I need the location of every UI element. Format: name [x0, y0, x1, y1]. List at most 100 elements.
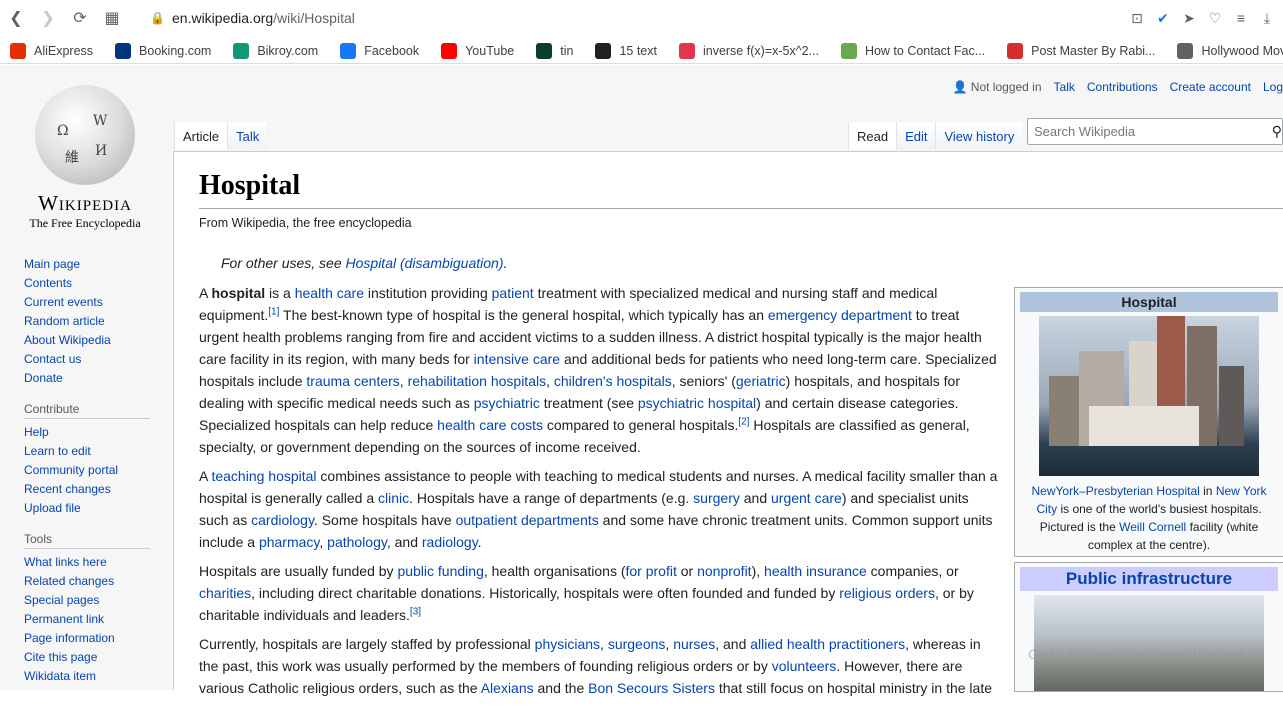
sidebar-main-link[interactable]: About Wikipedia — [24, 331, 164, 350]
link-public-funding[interactable]: public funding — [397, 563, 483, 579]
link-nurses[interactable]: nurses — [673, 636, 715, 652]
tab-talk[interactable]: Talk — [227, 122, 267, 150]
sidebar-tools-link[interactable]: What links here — [24, 553, 164, 572]
link-bon-secours-sisters[interactable]: Bon Secours Sisters — [588, 680, 715, 696]
link-geriatric[interactable]: geriatric — [736, 373, 786, 389]
link-newyork-presbyterian[interactable]: NewYork–Presbyterian Hospital — [1031, 484, 1199, 498]
tab-grid-icon[interactable]: ▦ — [96, 2, 128, 34]
bookmark-favicon-icon — [441, 43, 457, 59]
search-input[interactable]: Search Wikipedia ⚲ — [1027, 118, 1283, 145]
tab-article[interactable]: Article — [174, 122, 227, 150]
link-psychiatric[interactable]: psychiatric — [474, 395, 540, 411]
ref-3[interactable]: [3] — [410, 606, 421, 617]
sidebar-contribute-link[interactable]: Upload file — [24, 499, 164, 518]
link-pharmacy[interactable]: pharmacy — [259, 534, 319, 550]
disambiguation-link[interactable]: Hospital (disambiguation) — [346, 255, 504, 271]
bookmark-item[interactable]: Booking.com — [105, 43, 211, 59]
link-childrens-hospitals[interactable]: children's hospitals — [554, 373, 672, 389]
sidebar-contribute-link[interactable]: Learn to edit — [24, 442, 164, 461]
reload-icon[interactable]: ⟳ — [64, 2, 96, 34]
link-health-care[interactable]: health care — [295, 285, 364, 301]
heart-icon[interactable]: ♡ — [1205, 8, 1225, 28]
sidebar-main-link[interactable]: Random article — [24, 312, 164, 331]
bookmark-item[interactable]: YouTube — [431, 43, 514, 59]
link-allied-health[interactable]: allied health practitioners — [750, 636, 905, 652]
hospital-photo[interactable] — [1039, 316, 1259, 476]
ref-2[interactable]: [2] — [738, 416, 749, 427]
sidebar-main-link[interactable]: Donate — [24, 369, 164, 388]
infrastructure-photo[interactable] — [1034, 595, 1264, 692]
link-outpatient-departments[interactable]: outpatient departments — [456, 512, 599, 528]
link-weill-cornell[interactable]: Weill Cornell — [1119, 520, 1186, 534]
link-physicians[interactable]: physicians — [535, 636, 600, 652]
tab-view-history[interactable]: View history — [935, 122, 1022, 150]
sidebar-main-link[interactable]: Contents — [24, 274, 164, 293]
link-emergency-department[interactable]: emergency department — [768, 307, 912, 323]
bookmark-item[interactable]: How to Contact Fac... — [831, 43, 985, 59]
sidebar-tools-link[interactable]: Wikidata item — [24, 667, 164, 686]
bookmark-favicon-icon — [10, 43, 26, 59]
link-trauma-centers[interactable]: trauma centers — [306, 373, 399, 389]
sidebar-tools-link[interactable]: Special pages — [24, 591, 164, 610]
puzzle-globe-icon: Ω W 維 И — [35, 85, 135, 185]
link-surgery[interactable]: surgery — [693, 490, 740, 506]
link-teaching-hospital[interactable]: teaching hospital — [211, 468, 316, 484]
sidebar-contribute-link[interactable]: Help — [24, 423, 164, 442]
forward-icon[interactable]: ❯ — [32, 2, 64, 34]
link-health-care-costs[interactable]: health care costs — [437, 417, 543, 433]
bookmark-item[interactable]: 15 text — [585, 43, 657, 59]
bookmark-item[interactable]: AliExpress — [0, 43, 93, 59]
wikipedia-logo[interactable]: Ω W 維 И Wikipedia The Free Encyclopedia — [20, 85, 150, 245]
bookmark-item[interactable]: Hollywood Movies |... — [1167, 43, 1283, 59]
bookmark-label: inverse f(x)=x-5x^2... — [703, 44, 819, 58]
link-alexians[interactable]: Alexians — [481, 680, 534, 696]
contributions-link[interactable]: Contributions — [1087, 80, 1158, 94]
bookmark-item[interactable]: inverse f(x)=x-5x^2... — [669, 43, 819, 59]
bookmark-item[interactable]: Bikroy.com — [223, 43, 318, 59]
sidebar-contribute-link[interactable]: Community portal — [24, 461, 164, 480]
link-for-profit[interactable]: for profit — [626, 563, 677, 579]
sidebar-tools-link[interactable]: Related changes — [24, 572, 164, 591]
download-icon[interactable]: ⤓ — [1257, 8, 1277, 28]
bookmark-item[interactable]: Facebook — [330, 43, 419, 59]
link-urgent-care[interactable]: urgent care — [771, 490, 842, 506]
sidebar-tools-link[interactable]: Page information — [24, 629, 164, 648]
camera-icon[interactable]: ⊡ — [1127, 8, 1147, 28]
bookmark-item[interactable]: Post Master By Rabi... — [997, 43, 1155, 59]
tab-edit[interactable]: Edit — [896, 122, 935, 150]
sidebar-tools-link[interactable]: Cite this page — [24, 648, 164, 667]
back-icon[interactable]: ❮ — [0, 2, 32, 34]
infobox2-title[interactable]: Public infrastructure — [1020, 567, 1278, 591]
sidebar-main-link[interactable]: Main page — [24, 255, 164, 274]
tab-read[interactable]: Read — [848, 122, 896, 150]
bookmark-favicon-icon — [841, 43, 857, 59]
send-icon[interactable]: ➤ — [1179, 8, 1199, 28]
link-rehabilitation-hospitals[interactable]: rehabilitation hospitals — [408, 373, 547, 389]
link-health-insurance[interactable]: health insurance — [764, 563, 867, 579]
sidebar-main-link[interactable]: Current events — [24, 293, 164, 312]
link-intensive-care[interactable]: intensive care — [474, 351, 560, 367]
link-charities[interactable]: charities — [199, 585, 251, 601]
talk-link[interactable]: Talk — [1054, 80, 1075, 94]
sidebar-tools-link[interactable]: Permanent link — [24, 610, 164, 629]
create-account-link[interactable]: Create account — [1170, 80, 1251, 94]
ref-1[interactable]: [1] — [268, 306, 279, 317]
address-bar[interactable]: 🔒 en.wikipedia.org/wiki/Hospital — [150, 8, 355, 28]
link-cardiology[interactable]: cardiology — [251, 512, 314, 528]
link-surgeons[interactable]: surgeons — [608, 636, 666, 652]
search-icon[interactable]: ⚲ — [1272, 123, 1282, 140]
sidebar-main-link[interactable]: Contact us — [24, 350, 164, 369]
link-pathology[interactable]: pathology — [327, 534, 387, 550]
login-link[interactable]: Log — [1263, 80, 1283, 94]
link-patient[interactable]: patient — [492, 285, 534, 301]
sidebar-contribute-link[interactable]: Recent changes — [24, 480, 164, 499]
link-radiology[interactable]: radiology — [422, 534, 478, 550]
bookmark-item[interactable]: tin — [526, 43, 573, 59]
link-clinic[interactable]: clinic — [378, 490, 409, 506]
link-psychiatric-hospital[interactable]: psychiatric hospital — [638, 395, 756, 411]
link-religious-orders[interactable]: religious orders — [839, 585, 935, 601]
shield-check-icon[interactable]: ✔ — [1153, 8, 1173, 28]
link-volunteers[interactable]: volunteers — [772, 658, 837, 674]
link-nonprofit[interactable]: nonprofit — [697, 563, 751, 579]
menu-lines-icon[interactable]: ≡ — [1231, 8, 1251, 28]
